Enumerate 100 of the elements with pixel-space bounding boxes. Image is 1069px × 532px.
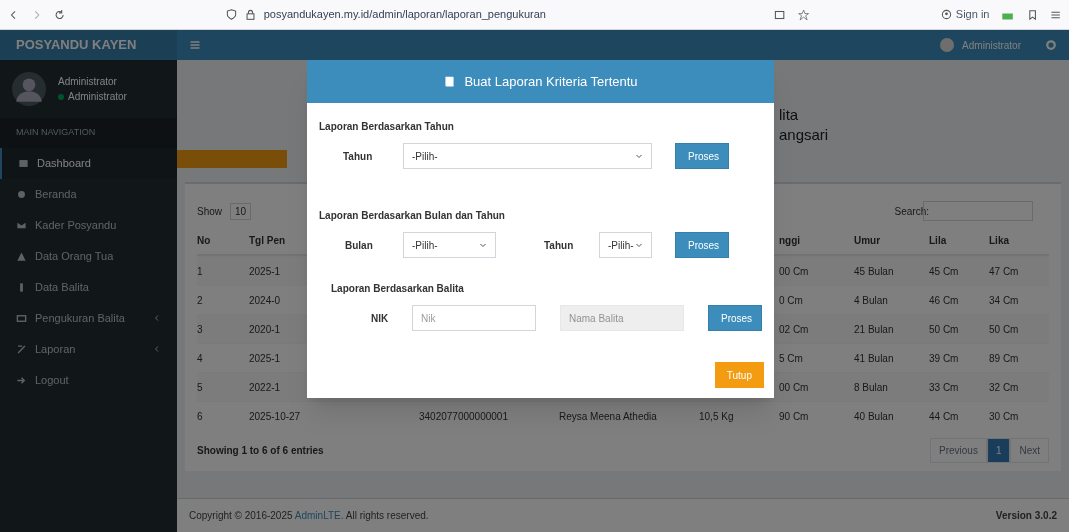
table-cell: 02 Cm — [779, 323, 809, 335]
table-cell: 40 Bulan — [854, 410, 894, 422]
pagination-link[interactable]: Next — [1010, 438, 1049, 463]
table-cell: 1 — [197, 265, 203, 277]
select-field[interactable]: -Pilih- — [403, 143, 652, 169]
entries-info: Showing 1 to 6 of 6 entries — [197, 444, 324, 458]
sidebar-item[interactable]: Laporan — [0, 333, 177, 365]
close-button[interactable]: Tutup — [714, 362, 764, 388]
chevron-down-icon — [635, 152, 643, 160]
table-cell: 33 Cm — [929, 381, 959, 393]
nav-header: MAIN NAVIGATION — [0, 118, 177, 148]
pagination-link[interactable]: Previous — [929, 438, 987, 463]
table-cell: 45 Cm — [929, 265, 959, 277]
table-cell: 5 Cm — [779, 352, 803, 364]
menu-item-icon — [16, 312, 27, 324]
process-button[interactable]: Proses — [675, 232, 729, 258]
column-header[interactable]: Lika — [989, 234, 1009, 246]
table-cell: 50 Cm — [989, 323, 1019, 335]
entries-select[interactable]: 10 — [230, 202, 252, 220]
field-label: NIK — [370, 311, 390, 326]
table-cell: 2020-1 — [249, 323, 281, 335]
process-button[interactable]: Proses — [708, 305, 762, 331]
search-label: Search: — [894, 204, 929, 219]
table-cell: 2025-1 — [249, 352, 281, 364]
table-cell: 21 Bulan — [854, 323, 894, 335]
sign-in-link[interactable]: Sign in — [955, 6, 990, 23]
table-cell: 5 — [197, 381, 203, 393]
table-cell: 3 — [197, 323, 203, 335]
modal-title: Buat Laporan Kriteria Tertentu — [464, 72, 638, 91]
sidebar-item[interactable]: Data Orang Tua — [0, 240, 177, 272]
table-cell: 47 Cm — [989, 265, 1019, 277]
table-cell: 2025-1 — [249, 265, 281, 277]
shield-icon — [225, 9, 237, 20]
pagination-link[interactable]: 1 — [986, 438, 1011, 463]
table-cell: 2025-10-27 — [249, 410, 301, 422]
table-cell: 89 Cm — [989, 352, 1019, 364]
table-cell: 34 Cm — [989, 294, 1019, 306]
chevron-down-icon — [479, 241, 487, 249]
brand-logo: POSYANDU KAYEN — [0, 30, 177, 60]
table-cell: 2022-1 — [249, 381, 281, 393]
table-cell: 3402077000000001 — [419, 410, 508, 422]
user-menu[interactable]: Administrator — [962, 37, 1021, 53]
chevron-down-icon — [635, 241, 643, 249]
table-cell: 2 — [197, 294, 203, 306]
avatar-icon — [12, 72, 46, 106]
field-label: Tahun — [544, 238, 575, 253]
column-header[interactable]: Lila — [929, 234, 947, 246]
select-field[interactable]: -Pilih- — [599, 232, 652, 258]
reload-icon — [54, 8, 66, 21]
menu-item-icon — [16, 343, 27, 355]
section-heading: Laporan Berdasarkan Tahun — [319, 120, 455, 134]
user-name: Administrator — [58, 75, 118, 89]
table-cell: 46 Cm — [929, 294, 959, 306]
table-cell: 39 Cm — [929, 352, 959, 364]
table-cell: 4 Bulan — [854, 294, 888, 306]
column-header[interactable]: No — [197, 234, 211, 246]
section-heading: Laporan Berdasarkan Bulan dan Tahun — [319, 209, 506, 223]
sidebar-item[interactable]: Data Balita — [0, 271, 177, 303]
address-bar[interactable]: posyandukayen.my.id/admin/laporan/laporan_pengukuran — [263, 6, 546, 23]
reader-icon — [774, 8, 786, 21]
table-cell: 50 Cm — [929, 323, 959, 335]
user-role: Administrator — [68, 90, 127, 104]
status-dot-icon — [58, 93, 64, 100]
section-heading: Laporan Berdasarkan Balita — [330, 282, 465, 296]
field-label: Tahun — [342, 149, 374, 164]
nik-input[interactable]: Nik — [412, 305, 536, 331]
sidebar-item[interactable]: Logout — [0, 364, 177, 396]
table-cell: 6 — [197, 410, 203, 422]
field-label: Bulan — [344, 238, 374, 253]
table-cell: 00 Cm — [779, 265, 809, 277]
bookmark-icon — [1026, 8, 1038, 21]
menu-item-icon — [16, 250, 27, 262]
table-cell: 0 Cm — [779, 294, 803, 306]
account-icon — [940, 9, 952, 20]
table-cell: 90 Cm — [779, 410, 809, 422]
column-header[interactable]: nggi — [779, 234, 801, 246]
column-header[interactable]: Umur — [854, 234, 881, 246]
footer-link[interactable]: AdminLTE. — [294, 510, 344, 521]
add-button[interactable] — [177, 150, 287, 168]
table-cell: 30 Cm — [989, 410, 1019, 422]
table-cell: 10,5 Kg — [699, 410, 734, 422]
book-icon — [443, 75, 457, 88]
sidebar-item[interactable]: Pengukuran Balita — [0, 302, 177, 334]
select-field[interactable]: -Pilih- — [403, 232, 496, 258]
table-cell: 8 Bulan — [854, 381, 888, 393]
lock-icon — [244, 9, 256, 20]
sidebar-item[interactable]: Kader Posyandu — [0, 209, 177, 241]
table-cell: 2024-0 — [249, 294, 281, 306]
table-cell: 45 Bulan — [854, 265, 894, 277]
show-label: Show — [197, 204, 222, 219]
menu-item-icon — [16, 188, 27, 200]
column-header[interactable]: Tgl Pen — [249, 234, 286, 246]
table-cell: 00 Cm — [779, 381, 809, 393]
page-title: lita — [779, 105, 800, 125]
sidebar-item[interactable]: Beranda — [0, 178, 177, 210]
process-button[interactable]: Proses — [675, 143, 729, 169]
menu-icon — [189, 39, 201, 51]
table-cell: 44 Cm — [929, 410, 959, 422]
avatar-icon — [940, 38, 955, 52]
copyright-text: Copyright © 2016-2025 AdminLTE. All rights reserved. — [189, 509, 429, 523]
